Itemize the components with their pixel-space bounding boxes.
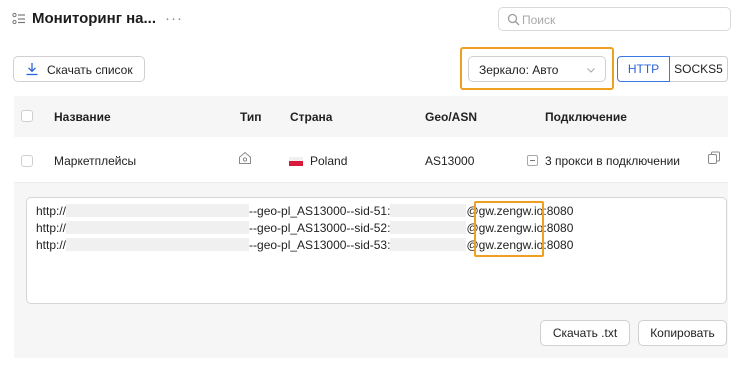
mirror-select[interactable]: Зеркало: Авто [468,56,606,82]
home-type-icon [239,151,251,164]
row-connection: 3 прокси в подключении [545,154,680,168]
column-connection[interactable]: Подключение [545,110,627,124]
download-list-button[interactable]: Скачать список [13,56,145,82]
search-placeholder: Поиск [522,13,556,27]
row-country: Poland [310,154,348,168]
row-geo-asn: AS13000 [425,154,475,168]
download-icon [26,63,38,76]
proxy-list-textarea[interactable]: http://--geo-pl_AS13000--sid-51: @gw.zeng… [26,197,727,304]
mirror-select-value: Зеркало: Авто [479,63,559,77]
minus-square-icon[interactable] [527,155,538,166]
search-icon [507,13,520,26]
row-checkbox[interactable] [21,155,33,167]
protocol-http-button[interactable]: HTTP [617,56,670,82]
select-all-checkbox[interactable] [21,110,33,122]
page-title: Мониторинг на... [32,10,157,27]
column-type[interactable]: Тип [240,110,262,124]
column-geo-asn[interactable]: Geo/ASN [425,110,477,124]
poland-flag-icon [289,157,303,166]
column-name[interactable]: Название [54,110,111,124]
search-input[interactable]: Поиск [498,7,731,31]
download-list-label: Скачать список [47,63,133,77]
download-txt-button[interactable]: Скачать .txt [540,320,630,346]
column-country[interactable]: Страна [290,110,332,124]
protocol-socks5-button[interactable]: SOCKS5 [670,56,728,82]
list-icon [12,12,25,25]
chevron-down-icon [587,68,595,73]
host-highlight [474,201,544,257]
copy-button[interactable]: Копировать [638,320,727,346]
row-name[interactable]: Маркетплейсы [54,154,136,168]
more-menu-button[interactable]: ··· [165,10,183,27]
copy-icon[interactable] [707,151,721,165]
